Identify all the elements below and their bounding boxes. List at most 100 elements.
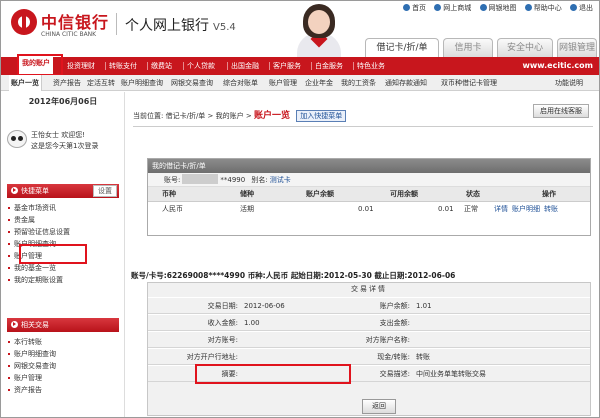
subnav-dual-currency[interactable]: 双币种借记卡管理 — [441, 75, 497, 91]
nav-featured[interactable]: 特色业务 — [357, 57, 385, 75]
quick-item-detail-query[interactable]: 账户明细查询 — [7, 238, 119, 250]
status-value: 正常 — [464, 205, 478, 213]
subnav-annuity[interactable]: 企业年金 — [305, 75, 333, 91]
quick-item-fund-news[interactable]: 基金市场资讯 — [7, 202, 119, 214]
quick-item-fixed-setting[interactable]: 我的定期账设置 — [7, 274, 119, 286]
back-button[interactable]: 返回 — [362, 399, 396, 414]
toplink-map[interactable]: 网银地图 — [479, 3, 517, 13]
browser-frame: 中信银行 CHINA CITIC BANK 个人网上银行 V5.4 首页 网上商城… — [0, 0, 600, 418]
home-icon — [403, 4, 411, 11]
account-number-tail: **4990 — [220, 176, 246, 184]
transaction-detail-panel: 交易详情 交易日期: 2012-06-06 账户余额: 1.01 收入金额: 1.00… — [147, 282, 591, 416]
arrow-circle-icon — [11, 187, 18, 194]
logout-icon — [570, 4, 577, 11]
transfer-link[interactable]: 转账 — [544, 205, 558, 213]
quick-menu-list: 基金市场资讯 贵金属 预留验证信息设置 账户明细查询 账户管理 我的基金一览 我… — [7, 202, 119, 286]
main-content: 当前位置: 借记卡/折/单 > 我的账户 > 账户一览 加入快捷菜单 启用在线客… — [129, 92, 599, 417]
related-item-asset-report[interactable]: 资产报告 — [7, 384, 119, 396]
panda-avatar-icon — [7, 130, 27, 148]
bank-title: 个人网上银行 V5.4 — [125, 18, 236, 34]
account-table: 币种 储种 账户余额 可用余额 状态 操作 人民币 活期 0.01 0.01 正… — [148, 187, 590, 217]
subnav-payslip[interactable]: 我的工资条 — [341, 75, 376, 91]
related-item-account-management[interactable]: 账户管理 — [7, 372, 119, 384]
quick-menu-header: 快捷菜单 设置 — [7, 184, 119, 198]
header-divider — [116, 13, 117, 35]
account-card: 我的借记卡/折/单 账号: **4990 别名: 测试卡 币种 储种 账户余额 可用… — [147, 158, 591, 236]
breadcrumb-prefix: 当前位置: — [133, 112, 164, 120]
account-card-title: 我的借记卡/折/单 — [148, 159, 590, 173]
nav-transfer[interactable]: 转账支付 — [109, 57, 137, 75]
detail-title: 交易详情 — [351, 285, 387, 293]
sidebar: 2012年06月06日 王怡女士 欢迎您! 这是您今天第1次登录 快捷菜单 设置… — [1, 92, 125, 417]
add-quick-menu-button[interactable]: 加入快捷菜单 — [296, 110, 347, 122]
quick-item-my-funds[interactable]: 我的基金一览 — [7, 262, 119, 274]
detail-link[interactable]: 详情 — [494, 205, 508, 213]
nav-platinum[interactable]: 白金服务 — [315, 57, 343, 75]
table-header: 币种 储种 账户余额 可用余额 状态 操作 — [148, 187, 590, 202]
tab-ebank-management[interactable]: 网银管理 — [557, 38, 597, 57]
related-item-detail-query[interactable]: 账户明细查询 — [7, 348, 119, 360]
available-value: 0.01 — [438, 205, 454, 213]
subnav-fixed-demand[interactable]: 定活互转 — [87, 75, 115, 91]
toplink-mall[interactable]: 网上商城 — [434, 3, 471, 13]
account-detail-link[interactable]: 账户明细 — [512, 205, 540, 213]
online-service-button[interactable]: 启用在线客服 — [533, 104, 589, 118]
map-icon — [479, 4, 487, 11]
sub-nav: 账户一览 资产报告 定活互转 账户明细查询 网银交易查询 综合对账单 账户管理 … — [1, 75, 599, 91]
nav-overseas[interactable]: 出国金融 — [231, 57, 259, 75]
header: 中信银行 CHINA CITIC BANK 个人网上银行 V5.4 首页 网上商城… — [1, 1, 599, 58]
main-nav: 我的账户 投资理财 转账支付 缴费站 个人贷款 出国金融 客户服务 白金服务 特… — [1, 53, 599, 75]
quick-item-verification-setting[interactable]: 预留验证信息设置 — [7, 226, 119, 238]
citic-logo-icon — [11, 9, 37, 35]
table-row: 人民币 活期 0.01 0.01 正常 详情 账户明细 转账 — [148, 202, 590, 217]
arrow-circle-icon — [11, 321, 18, 328]
visit-count-text: 这是您今天第1次登录 — [31, 142, 99, 150]
tab-debit-card[interactable]: 借记卡/折/单 — [365, 38, 439, 58]
site-url: www.ecitic.com — [522, 61, 593, 70]
quick-item-account-management[interactable]: 账户管理 — [7, 250, 119, 262]
tab-security-center[interactable]: 安全中心 — [497, 38, 553, 57]
subnav-statement[interactable]: 综合对账单 — [223, 75, 258, 91]
current-date: 2012年06月06日 — [28, 97, 98, 106]
subnav-account-management[interactable]: 账户管理 — [269, 75, 297, 91]
subnav-detail-query[interactable]: 账户明细查询 — [121, 75, 163, 91]
detail-row: 对方账号: 对方账户名称: — [148, 331, 590, 348]
user-welcome: 王怡女士 欢迎您! 这是您今天第1次登录 — [5, 126, 121, 164]
detail-row: 交易日期: 2012-06-06 账户余额: 1.01 — [148, 297, 590, 314]
subnav-notice-deposit[interactable]: 通知存款通知 — [385, 75, 427, 91]
subnav-ebank-query[interactable]: 网银交易查询 — [171, 75, 213, 91]
detail-row: 摘要: 交易描述: 中间业务单笔转账交易 — [148, 365, 590, 382]
account-alias: 测试卡 — [269, 176, 291, 184]
detail-grid: 交易日期: 2012-06-06 账户余额: 1.01 收入金额: 1.00 支出金额… — [148, 297, 590, 382]
toplink-help[interactable]: 帮助中心 — [524, 3, 562, 13]
related-list: 本行转账 账户明细查询 网银交易查询 账户管理 资产报告 — [7, 336, 119, 396]
nav-payment[interactable]: 缴费站 — [151, 57, 172, 75]
quick-menu-settings-button[interactable]: 设置 — [93, 185, 117, 197]
brand-name-cn: 中信银行 — [41, 13, 110, 32]
brand-name-en: CHINA CITIC BANK — [41, 31, 97, 38]
nav-investment[interactable]: 投资理财 — [67, 57, 95, 75]
subnav-asset-report[interactable]: 资产报告 — [53, 75, 81, 91]
related-item-ebank-query[interactable]: 网银交易查询 — [7, 360, 119, 372]
balance-value: 0.01 — [358, 205, 374, 213]
breadcrumb-path[interactable]: 借记卡/折/单 > 我的账户 > — [166, 112, 252, 120]
related-header: 相关交易 — [7, 318, 119, 332]
detail-row: 收入金额: 1.00 支出金额: — [148, 314, 590, 331]
query-summary: 账号/卡号:62269008****4990 币种:人民币 起始日期:2012-… — [131, 271, 456, 280]
help-icon — [524, 4, 532, 11]
cart-icon — [434, 4, 442, 11]
related-item-transfer[interactable]: 本行转账 — [7, 336, 119, 348]
breadcrumb-current: 账户一览 — [253, 111, 290, 121]
toplink-home[interactable]: 首页 — [403, 3, 426, 13]
tab-credit-card[interactable]: 信用卡 — [443, 38, 493, 57]
subnav-help[interactable]: 功能说明 — [555, 75, 583, 91]
nav-my-account[interactable]: 我的账户 — [19, 53, 53, 75]
version-label: V5.4 — [213, 22, 236, 33]
nav-loans[interactable]: 个人贷款 — [187, 57, 215, 75]
top-links: 首页 网上商城 网银地图 帮助中心 退出 — [397, 3, 593, 15]
nav-service[interactable]: 客户服务 — [273, 57, 301, 75]
quick-item-precious-metals[interactable]: 贵金属 — [7, 214, 119, 226]
detail-row: 对方开户行地址: 现金/转账: 转账 — [148, 348, 590, 365]
toplink-logout[interactable]: 退出 — [570, 3, 593, 13]
subnav-account-overview[interactable]: 账户一览 — [9, 75, 42, 91]
